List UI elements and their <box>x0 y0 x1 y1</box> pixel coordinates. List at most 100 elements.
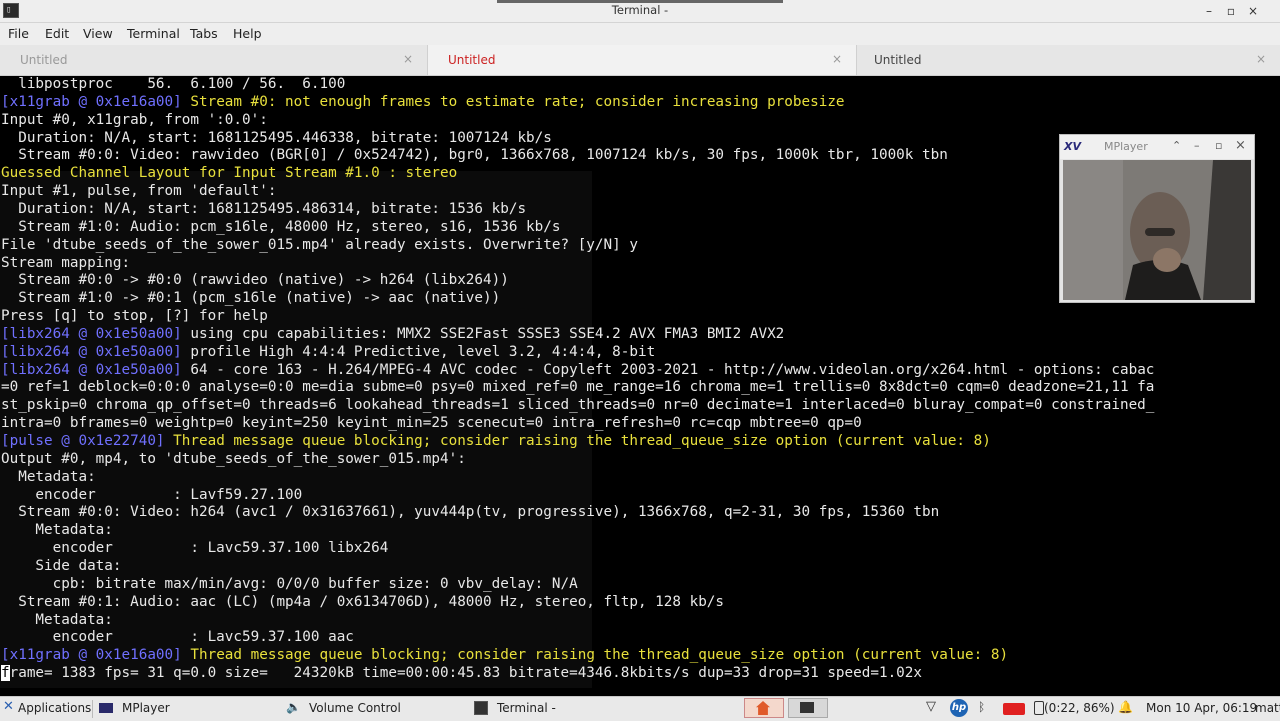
user-name[interactable]: matt <box>1255 701 1280 715</box>
log-source-prefix: [pulse @ 0x1e22740] <box>1 433 165 449</box>
terminal-text: Input #1, pulse, from 'default': <box>1 183 277 200</box>
terminal-text: Stream #0:1: Audio: aac (LC) (mp4a / 0x6… <box>1 593 725 610</box>
taskbar: ✕ Applications MPlayer 🔈 Volume Control … <box>0 696 1280 721</box>
terminal-line: Guessed Channel Layout for Input Stream … <box>1 165 457 183</box>
log-source-prefix: [libx264 @ 0x1e50a00] <box>1 325 182 342</box>
terminal-line: frame= 1383 fps= 31 q=0.0 size= 24320kB … <box>1 665 922 683</box>
battery-status[interactable]: (0:22, 86%) <box>1044 701 1115 715</box>
tab-1-label: Untitled <box>20 53 68 67</box>
task-terminal[interactable]: Terminal - <box>497 701 556 715</box>
terminal-text: cpb: bitrate max/min/avg: 0/0/0 buffer s… <box>1 575 578 592</box>
terminal-line: Stream mapping: <box>1 255 130 273</box>
hp-icon[interactable]: hp <box>950 699 968 717</box>
terminal-line: Output #0, mp4, to 'dtube_seeds_of_the_s… <box>1 451 466 469</box>
terminal-text: Side data: <box>1 557 122 574</box>
terminal-task-icon <box>474 701 488 715</box>
terminal-text: Stream #0: not enough frames to estimate… <box>181 93 845 110</box>
terminal-text: using cpu capabilities: MMX2 SSE2Fast SS… <box>181 325 785 342</box>
mplayer-titlebar[interactable]: XV MPlayer ⌃ – ▫ × <box>1060 135 1254 159</box>
recording-indicator-icon[interactable] <box>1003 703 1025 715</box>
tab-3-close-icon[interactable]: × <box>1256 52 1266 66</box>
tab-2-label: Untitled <box>448 53 496 67</box>
terminal-text: Thread message queue blocking; consider … <box>181 647 1009 664</box>
menu-bar: File Edit View Terminal Tabs Help <box>0 23 1280 45</box>
menu-edit[interactable]: Edit <box>45 26 69 41</box>
terminal-line: Input #0, x11grab, from ':0.0': <box>1 112 268 130</box>
terminal-line: =0 ref=1 deblock=0:0:0 analyse=0:0 me=di… <box>1 379 1154 397</box>
terminal-text: Metadata: <box>1 611 113 628</box>
terminal-line: Input #1, pulse, from 'default': <box>1 183 276 201</box>
tab-3-label: Untitled <box>874 53 922 67</box>
network-icon[interactable]: ▽ <box>926 699 940 714</box>
mplayer-shade-button[interactable]: ⌃ <box>1172 139 1181 152</box>
terminal-text: Guessed Channel Layout for Input Stream … <box>1 165 458 182</box>
notification-bell-icon[interactable]: 🔔 <box>1118 700 1133 714</box>
terminal-line: Stream #0:0 -> #0:0 (rawvideo (native) -… <box>1 272 509 290</box>
battery-icon[interactable] <box>1034 701 1044 715</box>
close-window-button[interactable]: × <box>1244 2 1262 20</box>
terminal-text: encoder : Lavc59.37.100 libx264 <box>1 540 389 557</box>
terminal-line: cpb: bitrate max/min/avg: 0/0/0 buffer s… <box>1 576 578 594</box>
tab-1[interactable]: Untitled × <box>0 45 428 75</box>
tab-2-active[interactable]: Untitled × <box>428 45 857 75</box>
terminal-text: Input #0, x11grab, from ':0.0': <box>1 111 268 128</box>
mplayer-task-icon <box>99 703 113 713</box>
terminal-text: Metadata: <box>1 468 96 485</box>
applications-menu-icon[interactable]: ✕ <box>3 699 17 714</box>
task-mplayer[interactable]: MPlayer <box>122 701 170 715</box>
terminal-line: Stream #1:0: Audio: pcm_s16le, 48000 Hz,… <box>1 219 560 237</box>
tab-bar: Untitled × Untitled × Untitled × <box>0 45 1280 76</box>
minimize-button[interactable]: – <box>1200 2 1218 20</box>
terminal-text: Output #0, mp4, to 'dtube_seeds_of_the_s… <box>1 450 466 467</box>
workspace-terminal-icon <box>800 702 814 713</box>
mplayer-maximize-button[interactable]: ▫ <box>1215 139 1222 152</box>
terminal-text: 64 - core 163 - H.264/MPEG-4 AVC codec -… <box>181 361 1155 378</box>
menu-terminal[interactable]: Terminal <box>127 26 180 41</box>
terminal-line: Stream #1:0 -> #0:1 (pcm_s16le (native) … <box>1 290 500 308</box>
terminal-line: [pulse @ 0x1e22740] Thread message queue… <box>1 433 991 451</box>
terminal-line: [libx264 @ 0x1e50a00] profile High 4:4:4… <box>1 344 655 362</box>
text-cursor: f <box>1 665 10 682</box>
menu-tabs[interactable]: Tabs <box>190 26 218 41</box>
clock[interactable]: Mon 10 Apr, 06:19 <box>1146 701 1257 715</box>
task-volume-control[interactable]: Volume Control <box>309 701 401 715</box>
applications-menu[interactable]: Applications <box>18 701 91 715</box>
terminal-text: Press [q] to stop, [?] for help <box>1 308 268 325</box>
terminal-text: Thread message queue blocking; consider … <box>164 433 991 449</box>
terminal-text: encoder : Lavc59.37.100 aac <box>1 629 354 646</box>
restore-button[interactable]: ▫ <box>1222 2 1240 20</box>
menu-view[interactable]: View <box>83 26 113 41</box>
terminal-text: File 'dtube_seeds_of_the_sower_015.mp4' … <box>1 236 638 253</box>
log-source-prefix: [x11grab @ 0x1e16a00] <box>1 93 182 110</box>
tab-1-close-icon[interactable]: × <box>403 52 413 66</box>
terminal-line: [x11grab @ 0x1e16a00] Stream #0: not eno… <box>1 94 845 112</box>
terminal-text: libpostproc 56. 6.100 / 56. 6.100 <box>1 76 346 92</box>
terminal-text: st_pskip=0 chroma_qp_offset=0 threads=6 … <box>1 397 1155 414</box>
terminal-text: encoder : Lavf59.27.100 <box>1 486 303 503</box>
mplayer-close-button[interactable]: × <box>1235 138 1246 153</box>
terminal-text: Stream mapping: <box>1 254 131 271</box>
terminal-line: Stream #0:1: Audio: aac (LC) (mp4a / 0x6… <box>1 594 724 612</box>
terminal-line: intra=0 bframes=0 weightp=0 keyint=250 k… <box>1 415 862 433</box>
terminal-line: Metadata: <box>1 468 96 487</box>
menu-file[interactable]: File <box>8 26 29 41</box>
bluetooth-icon[interactable]: ᛒ <box>978 700 992 714</box>
log-source-prefix: [libx264 @ 0x1e50a00] <box>1 343 182 360</box>
mplayer-window[interactable]: XV MPlayer ⌃ – ▫ × <box>1059 134 1255 303</box>
taskbar-separator <box>92 700 93 718</box>
terminal-line: encoder : Lavc59.37.100 aac <box>1 629 354 647</box>
terminal-text: Metadata: <box>1 522 113 539</box>
terminal-line: Stream #0:0: Video: rawvideo (BGR[0] / 0… <box>1 147 948 165</box>
mplayer-minimize-button[interactable]: – <box>1194 139 1200 152</box>
terminal-line: File 'dtube_seeds_of_the_sower_015.mp4' … <box>1 237 638 255</box>
window-titlebar[interactable]: ▯ Terminal - – ▫ × <box>0 0 1280 23</box>
terminal-line: [libx264 @ 0x1e50a00] using cpu capabili… <box>1 326 784 344</box>
tab-3[interactable]: Untitled × <box>857 45 1280 75</box>
terminal-line: encoder : Lavc59.37.100 libx264 <box>1 540 389 558</box>
window-title: Terminal - <box>611 3 669 17</box>
webcam-video[interactable] <box>1063 160 1251 300</box>
terminal-text: Stream #1:0: Audio: pcm_s16le, 48000 Hz,… <box>1 218 561 235</box>
terminal-line: Duration: N/A, start: 1681125495.486314,… <box>1 201 526 219</box>
tab-2-close-icon[interactable]: × <box>832 52 842 66</box>
menu-help[interactable]: Help <box>233 26 262 41</box>
